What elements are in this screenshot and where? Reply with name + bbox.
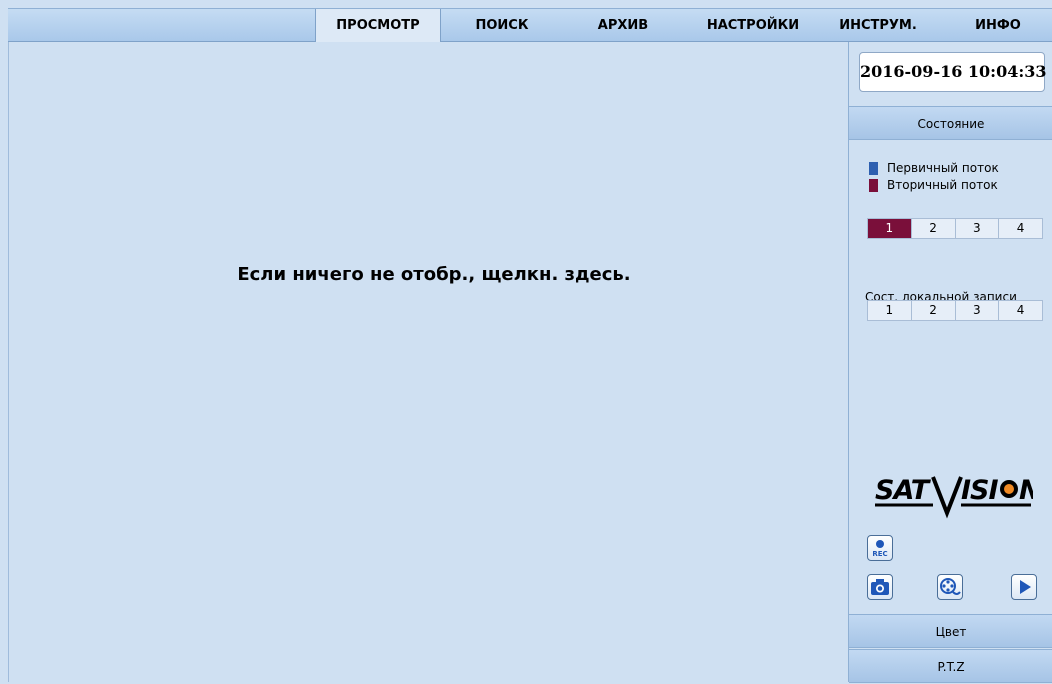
snapshot-button[interactable] — [867, 574, 893, 600]
color-section-header[interactable]: Цвет — [849, 614, 1052, 648]
stream-channel-3[interactable]: 3 — [956, 219, 1000, 238]
tab-live-view[interactable]: ПРОСМОТР — [315, 9, 441, 42]
no-display-hint[interactable]: Если ничего не отобр., щелкн. здесь. — [9, 264, 859, 285]
record-channel-4[interactable]: 4 — [999, 301, 1042, 320]
stream-channel-2[interactable]: 2 — [912, 219, 956, 238]
status-section-header[interactable]: Состояние — [849, 106, 1052, 140]
rec-text: REC — [872, 550, 887, 558]
tab-archive[interactable]: АРХИВ — [573, 9, 673, 42]
record-channel-3[interactable]: 3 — [956, 301, 1000, 320]
tab-search[interactable]: ПОИСК — [448, 9, 556, 42]
svg-text:N: N — [1019, 475, 1033, 506]
record-channel-1[interactable]: 1 — [868, 301, 912, 320]
tab-tools[interactable]: ИНСТРУМ. — [823, 9, 933, 42]
video-view-area[interactable]: Если ничего не отобр., щелкн. здесь. — [8, 42, 849, 682]
film-reel-icon — [940, 578, 961, 595]
camera-icon — [871, 579, 889, 595]
play-icon — [1020, 580, 1031, 594]
play-button[interactable] — [1011, 574, 1037, 600]
tab-info[interactable]: ИНФО — [953, 9, 1043, 42]
tab-settings[interactable]: НАСТРОЙКИ — [693, 9, 813, 42]
video-clip-button[interactable] — [937, 574, 963, 600]
rec-icon: REC — [872, 540, 888, 558]
record-button[interactable]: REC — [867, 535, 893, 561]
satvision-logo: SAT ISI N — [875, 475, 1033, 519]
stream-channel-4[interactable]: 4 — [999, 219, 1042, 238]
record-channel-2[interactable]: 2 — [912, 301, 956, 320]
svg-text:SAT: SAT — [875, 475, 932, 506]
legend-secondary-label: Вторичный поток — [887, 178, 998, 192]
legend-secondary-stream: Вторичный поток — [869, 177, 999, 194]
stream-channel-selector: 1 2 3 4 — [867, 218, 1043, 239]
svg-text:ISI: ISI — [961, 475, 998, 506]
datetime-display: 2016-09-16 10:04:33 — [859, 52, 1047, 92]
primary-stream-swatch — [869, 162, 878, 175]
top-nav-bar: ПРОСМОТР ПОИСК АРХИВ НАСТРОЙКИ ИНСТРУМ. … — [8, 8, 1052, 42]
stream-legend: Первичный поток Вторичный поток — [869, 160, 999, 194]
side-panel: 2016-09-16 10:04:33 Состояние Первичный … — [848, 42, 1052, 683]
ptz-section-header[interactable]: P.T.Z — [849, 649, 1052, 683]
record-channel-status: 1 2 3 4 — [867, 300, 1043, 321]
secondary-stream-swatch — [869, 179, 878, 192]
stream-channel-1[interactable]: 1 — [868, 219, 912, 238]
legend-primary-label: Первичный поток — [887, 161, 999, 175]
legend-primary-stream: Первичный поток — [869, 160, 999, 177]
